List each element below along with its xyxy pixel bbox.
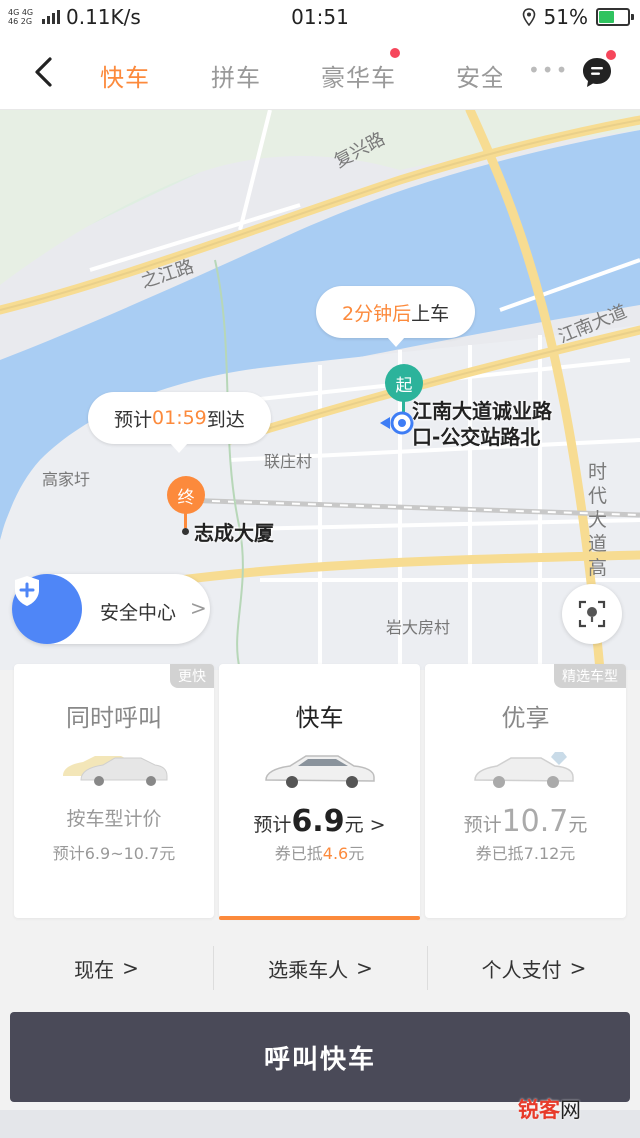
card-title: 快车 xyxy=(295,704,344,732)
chevron-right-icon: > xyxy=(356,956,373,980)
option-label: 个人支付 xyxy=(481,957,562,982)
coupon-prefix: 券已抵 xyxy=(274,844,323,863)
price-value: 10.7 xyxy=(501,804,569,839)
safety-center-label: 安全中心 xyxy=(100,602,177,624)
battery-percent: 51% xyxy=(543,5,588,29)
card-coupon-line: 券已抵4.6元 xyxy=(219,840,420,864)
coupon-unit: 元 xyxy=(348,844,365,863)
battery-fill xyxy=(599,11,615,23)
more-icon[interactable]: ••• xyxy=(528,58,569,82)
ride-options: 现在 > 选乘车人 > 个人支付 > xyxy=(0,940,640,1000)
cars-icon xyxy=(63,756,168,786)
locate-icon xyxy=(578,600,606,628)
card-line1: 按车型计价 xyxy=(66,808,162,830)
card-price-line: 预计6.9元 > xyxy=(219,804,420,839)
price-value: 6.9 xyxy=(291,804,345,839)
card-price-line: 预计10.7元 xyxy=(425,804,626,839)
message-badge-dot xyxy=(606,50,616,60)
location-icon xyxy=(522,8,535,26)
battery-icon xyxy=(596,8,634,26)
eta-prefix: 预计 xyxy=(114,408,153,431)
card-express[interactable]: 快车 预计6.9元 > 券已抵4.6元 xyxy=(219,664,420,920)
price-prefix: 预计 xyxy=(253,814,292,836)
place-label-yanda: 岩大房村 xyxy=(386,618,451,637)
selected-underline xyxy=(219,916,420,920)
dest-dot-icon xyxy=(182,528,189,535)
pickup-name-line1: 江南大道诚业路 xyxy=(412,399,552,423)
time-option[interactable]: 现在 > xyxy=(0,940,213,996)
watermark-part1: 锐客 xyxy=(518,1098,560,1122)
payment-option[interactable]: 个人支付 > xyxy=(428,940,640,996)
dest-name: 志成大厦 xyxy=(194,521,274,545)
option-label: 现在 xyxy=(74,957,115,982)
place-label-lianzhuang: 联庄村 xyxy=(264,452,313,471)
chevron-right-icon: > xyxy=(569,956,587,980)
option-label: 选乘车人 xyxy=(268,957,349,982)
shield-icon xyxy=(12,574,82,644)
passenger-option[interactable]: 选乘车人 > xyxy=(214,940,427,996)
status-bar: 4G 4G 46 2G 0.11K/s 01:51 51% xyxy=(0,0,640,34)
card-simultaneous-call[interactable]: 更快 同时呼叫 按车型计价 预计6.9~10.7元 xyxy=(14,664,214,918)
start-marker[interactable]: 起 xyxy=(385,364,423,402)
card-title: 优享 xyxy=(501,704,550,732)
card-coupon-line: 券已抵7.12元 xyxy=(475,844,576,863)
end-marker[interactable]: 终 xyxy=(167,476,205,514)
pickup-time-bubble: 2分钟后 上车 xyxy=(316,286,476,347)
price-unit: 元 xyxy=(344,814,364,836)
tab-luxury[interactable]: 豪华车 xyxy=(321,58,396,93)
back-chevron-icon[interactable] xyxy=(28,54,60,90)
eta-bubble: 预计 01:59 到达 xyxy=(88,392,271,453)
tab-carpool[interactable]: 拼车 xyxy=(211,58,261,93)
safety-center-button[interactable]: 安全中心 > xyxy=(12,574,210,644)
map-view[interactable]: 复兴路 之江路 江南大道 时代大道高 高家圩 联庄村 岩大房村 2分钟后 上车 … xyxy=(0,110,640,670)
luxury-badge-dot xyxy=(390,48,400,58)
place-label-gaojiayu: 高家圩 xyxy=(42,470,91,489)
locate-button[interactable] xyxy=(562,584,622,644)
card-title: 同时呼叫 xyxy=(66,704,162,732)
ride-type-nav: 快车 拼车 豪华车 安全 ••• xyxy=(0,34,640,110)
watermark: 锐客网 xyxy=(518,1094,581,1124)
pickup-time-rest: 上车 xyxy=(411,302,450,325)
card-badge: 更快 xyxy=(170,664,214,688)
car-icon xyxy=(264,755,375,788)
pickup-time-highlight: 2分钟后 xyxy=(342,302,412,325)
call-express-button[interactable]: 呼叫快车 xyxy=(10,1012,630,1102)
car-type-cards: 更快 同时呼叫 按车型计价 预计6.9~10.7元 快车 预计6.9元 > 券已… xyxy=(0,664,640,924)
coupon-value: 4.6 xyxy=(322,844,349,863)
tab-safety[interactable]: 安全 xyxy=(456,58,502,93)
premium-car-icon xyxy=(473,752,574,788)
card-badge: 精选车型 xyxy=(554,664,626,688)
status-right: 51% xyxy=(522,5,634,29)
card-line2: 预计6.9~10.7元 xyxy=(52,844,176,863)
price-prefix: 预计 xyxy=(463,814,502,836)
chevron-right-icon: > xyxy=(122,956,139,980)
eta-suffix: 到达 xyxy=(206,408,245,431)
road-label-shidai: 时代大道高 xyxy=(588,461,608,579)
eta-time: 01:59 xyxy=(152,407,207,429)
price-unit: 元 xyxy=(568,814,588,836)
pickup-name-line2: 口-公交站路北 xyxy=(412,425,541,449)
tab-express[interactable]: 快车 xyxy=(100,58,150,93)
card-premium[interactable]: 精选车型 优享 预计10.7元 券已抵7.12元 xyxy=(425,664,626,918)
end-marker-stem xyxy=(184,512,187,528)
chevron-right-icon: > xyxy=(369,814,386,836)
watermark-part2: 网 xyxy=(560,1098,581,1122)
pickup-name: 江南大道诚业路 口-公交站路北 xyxy=(412,398,552,450)
chevron-right-icon: > xyxy=(190,596,207,620)
